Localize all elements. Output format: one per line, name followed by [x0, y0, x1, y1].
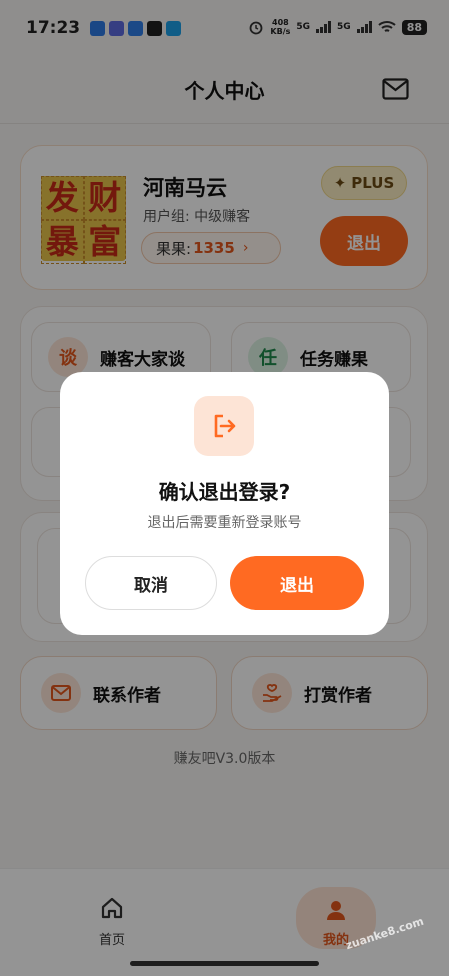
logout-icon: [194, 396, 254, 456]
logout-confirm-dialog: 确认退出登录? 退出后需要重新登录账号 取消 退出: [60, 372, 389, 635]
dialog-subtitle: 退出后需要重新登录账号: [147, 515, 302, 531]
confirm-logout-button[interactable]: 退出: [230, 556, 364, 610]
app-screen: 17:23 408 KB/s 5G 5G 88 个人中心 发 财 暴 富 河南马…: [0, 0, 449, 976]
dialog-title: 确认退出登录?: [158, 480, 291, 504]
cancel-button[interactable]: 取消: [85, 556, 217, 610]
